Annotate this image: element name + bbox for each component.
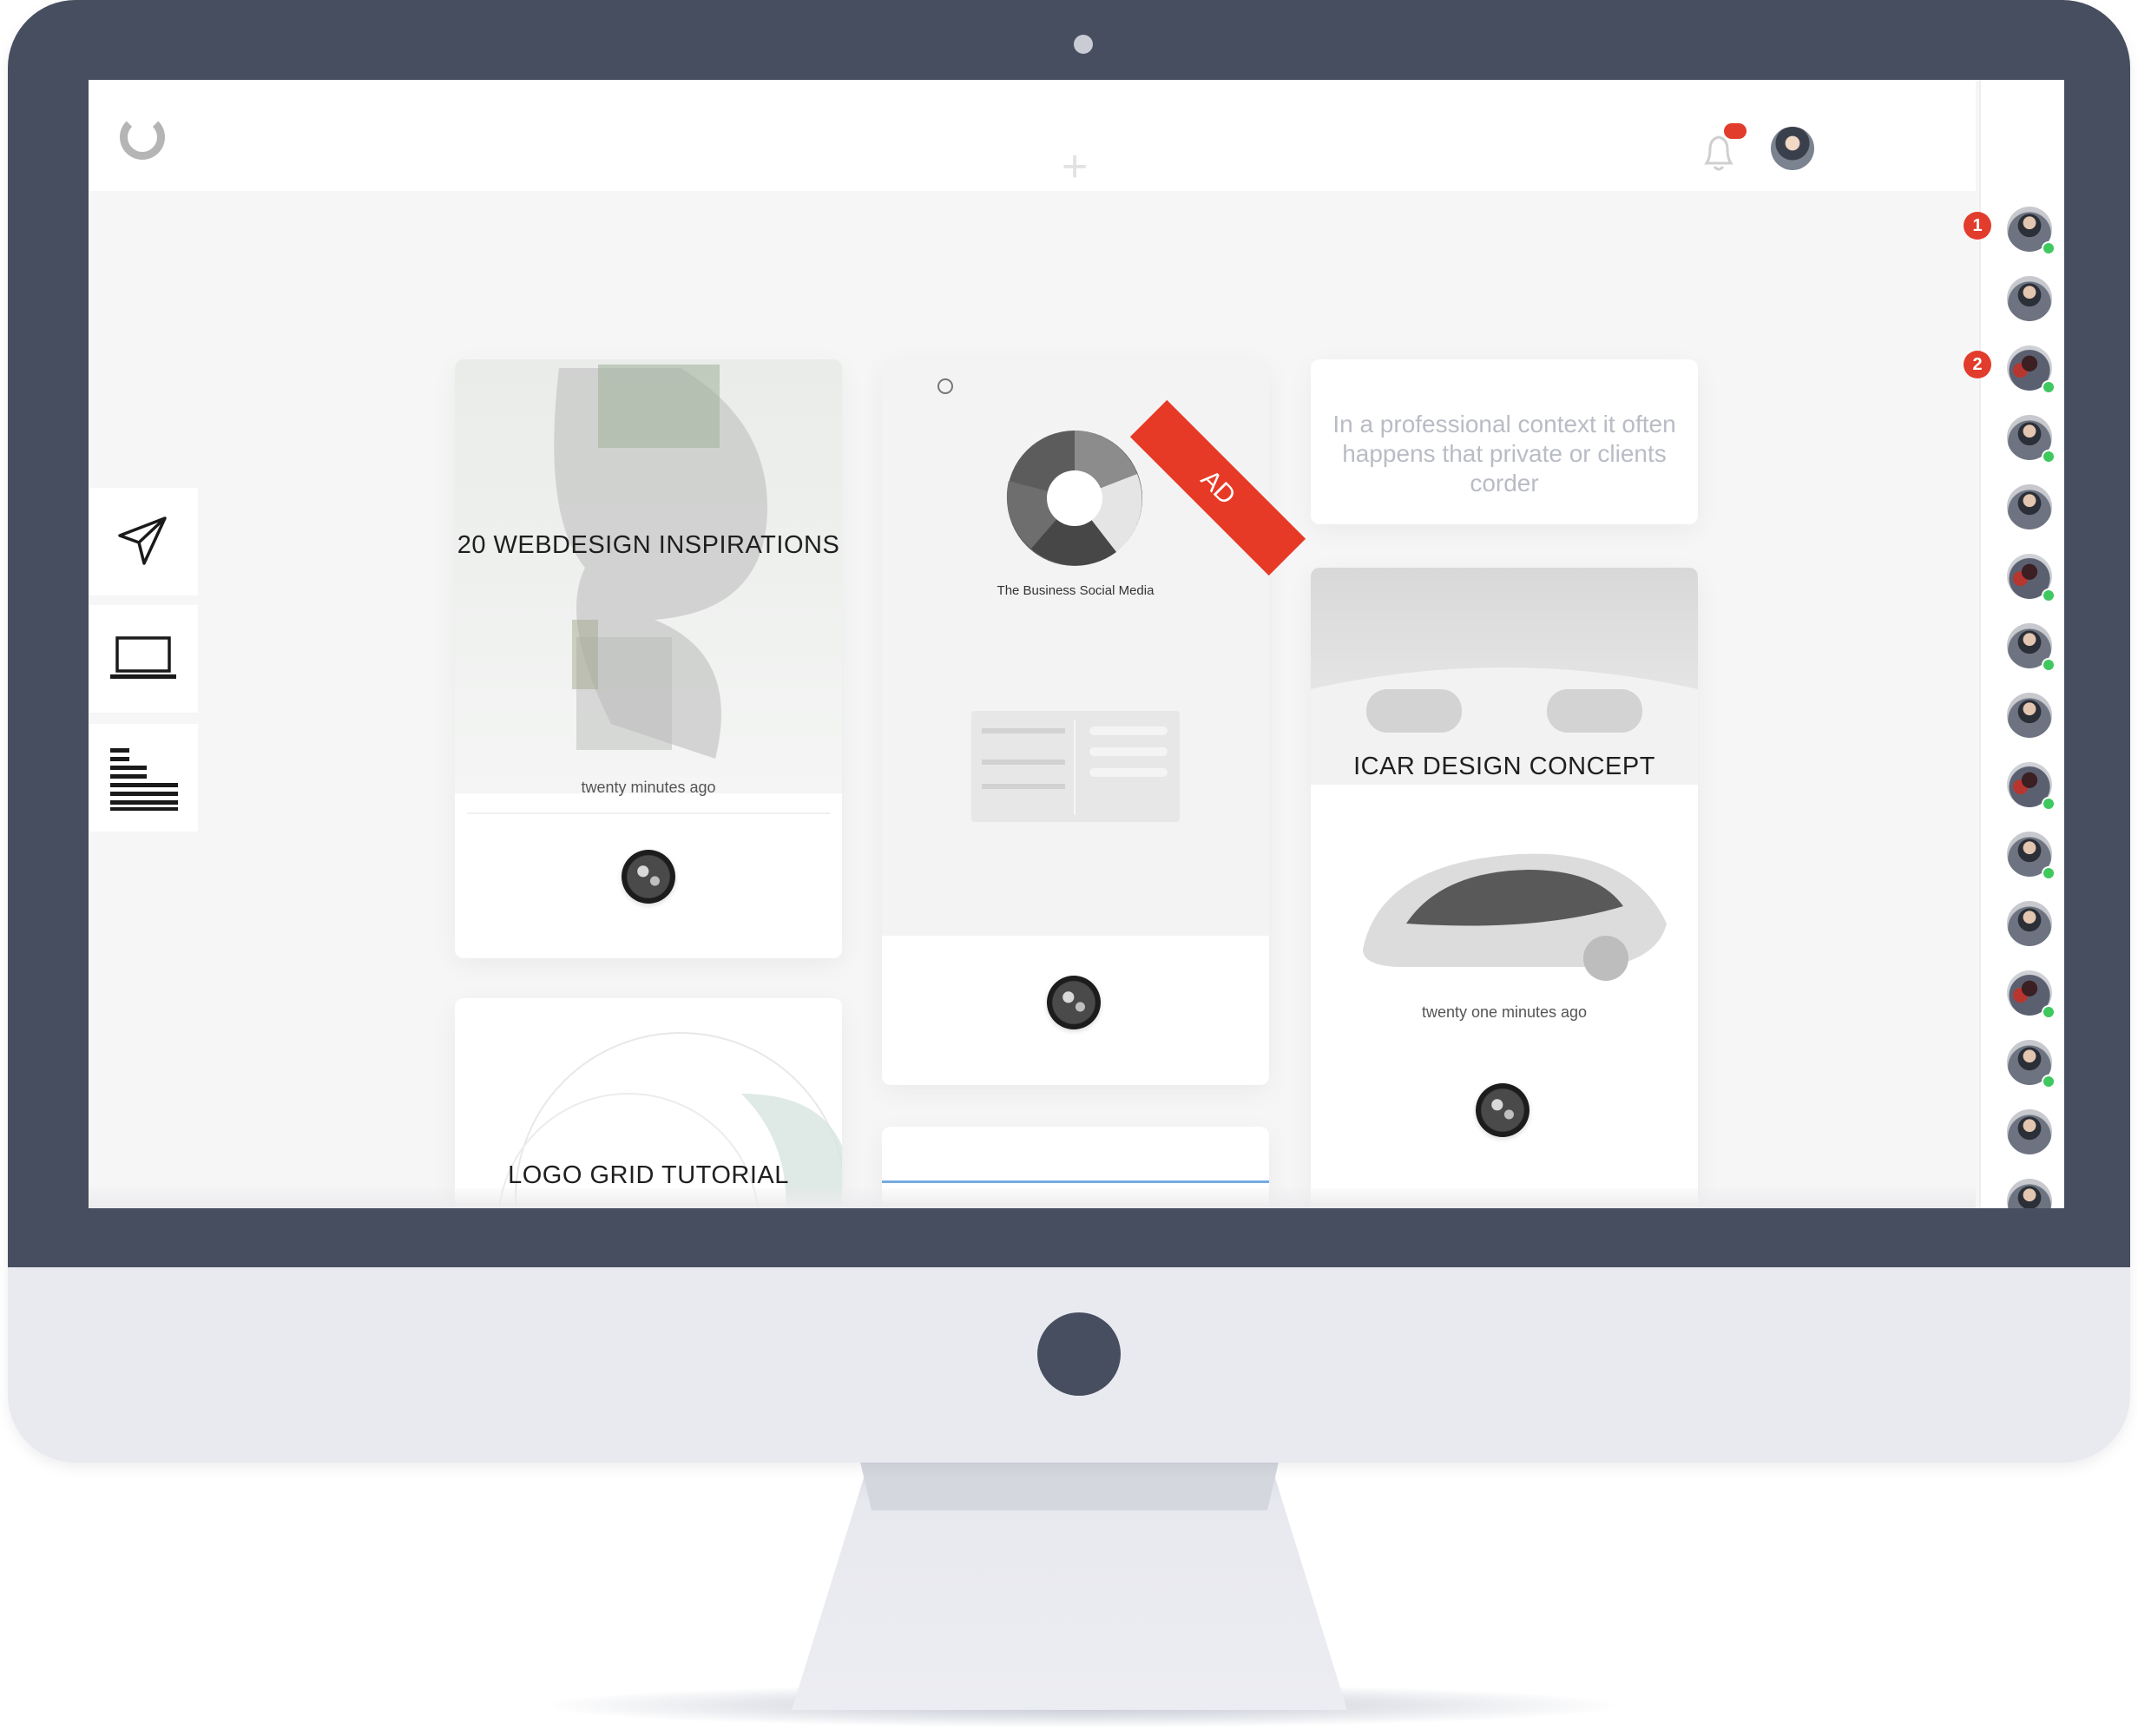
- card-title: ICAR DESIGN CONCEPT: [1353, 753, 1655, 780]
- user-avatar[interactable]: [1771, 127, 1814, 170]
- online-indicator: [2042, 241, 2056, 255]
- app-logo-icon[interactable]: [120, 115, 165, 160]
- send-icon: [118, 516, 167, 565]
- divider: [467, 812, 830, 814]
- contact-avatar[interactable]: [2007, 484, 2052, 529]
- online-indicator: [2042, 589, 2056, 602]
- add-icon[interactable]: +: [1057, 144, 1092, 189]
- ad-form-graphic: [971, 711, 1180, 822]
- card-title: LOGO GRID TUTORIAL: [508, 1161, 789, 1189]
- card-artwork: [554, 365, 767, 759]
- card-icar[interactable]: ICAR DESIGN CONCEPT twenty one minutes a…: [1311, 568, 1698, 1208]
- pie-wheel-graphic: [1006, 431, 1142, 566]
- card-logo-grid[interactable]: LOGO GRID TUTORIAL: [455, 998, 842, 1208]
- tool-send[interactable]: [89, 488, 198, 595]
- card-quote[interactable]: In a professional context it often happe…: [1311, 359, 1698, 524]
- online-indicator: [2042, 1005, 2056, 1019]
- laptop-icon: [110, 636, 176, 679]
- online-indicator: [2042, 866, 2056, 880]
- online-indicator: [2042, 450, 2056, 464]
- screen: + 20 WEBDESIGN INSPIRATIONS twenty minut…: [89, 80, 2064, 1208]
- quote-text: In a professional context it often happe…: [1332, 411, 1676, 496]
- bottom-fade: [89, 1188, 1976, 1208]
- contact-avatar[interactable]: [2007, 276, 2052, 321]
- partial-line: [882, 1180, 1269, 1183]
- monitor-logo: [1037, 1312, 1121, 1396]
- online-indicator: [2042, 1075, 2056, 1088]
- contact-badge: 2: [1964, 351, 1991, 378]
- author-avatar[interactable]: [622, 850, 675, 904]
- card-webdesign[interactable]: 20 WEBDESIGN INSPIRATIONS twenty minutes…: [455, 359, 842, 958]
- contact-avatar[interactable]: [2007, 1109, 2052, 1154]
- card-image: [455, 359, 842, 793]
- notification-badge: [1724, 123, 1747, 139]
- contact-avatar[interactable]: [2007, 901, 2052, 946]
- contact-avatar[interactable]: [2007, 693, 2052, 738]
- tool-laptop[interactable]: [89, 605, 198, 713]
- author-avatar[interactable]: [1047, 976, 1101, 1029]
- online-indicator: [2042, 380, 2056, 394]
- online-indicator: [2042, 658, 2056, 672]
- tool-list-chart[interactable]: [89, 724, 198, 832]
- camera-icon: [1074, 35, 1093, 54]
- top-bar: +: [89, 80, 1976, 191]
- author-avatar[interactable]: [1476, 1083, 1529, 1137]
- monitor-stand-neck: [859, 1458, 1280, 1510]
- online-indicator: [2042, 797, 2056, 811]
- ring-icon: [937, 378, 953, 394]
- ad-caption: The Business Social Media: [997, 583, 1155, 598]
- card-title: 20 WEBDESIGN INSPIRATIONS: [457, 531, 840, 559]
- list-chart-icon: [110, 748, 178, 811]
- card-timestamp: twenty one minutes ago: [1421, 1003, 1588, 1021]
- card-timestamp: twenty minutes ago: [581, 779, 716, 796]
- car-graphic: [1363, 853, 1667, 981]
- contact-badge: 1: [1964, 212, 1991, 240]
